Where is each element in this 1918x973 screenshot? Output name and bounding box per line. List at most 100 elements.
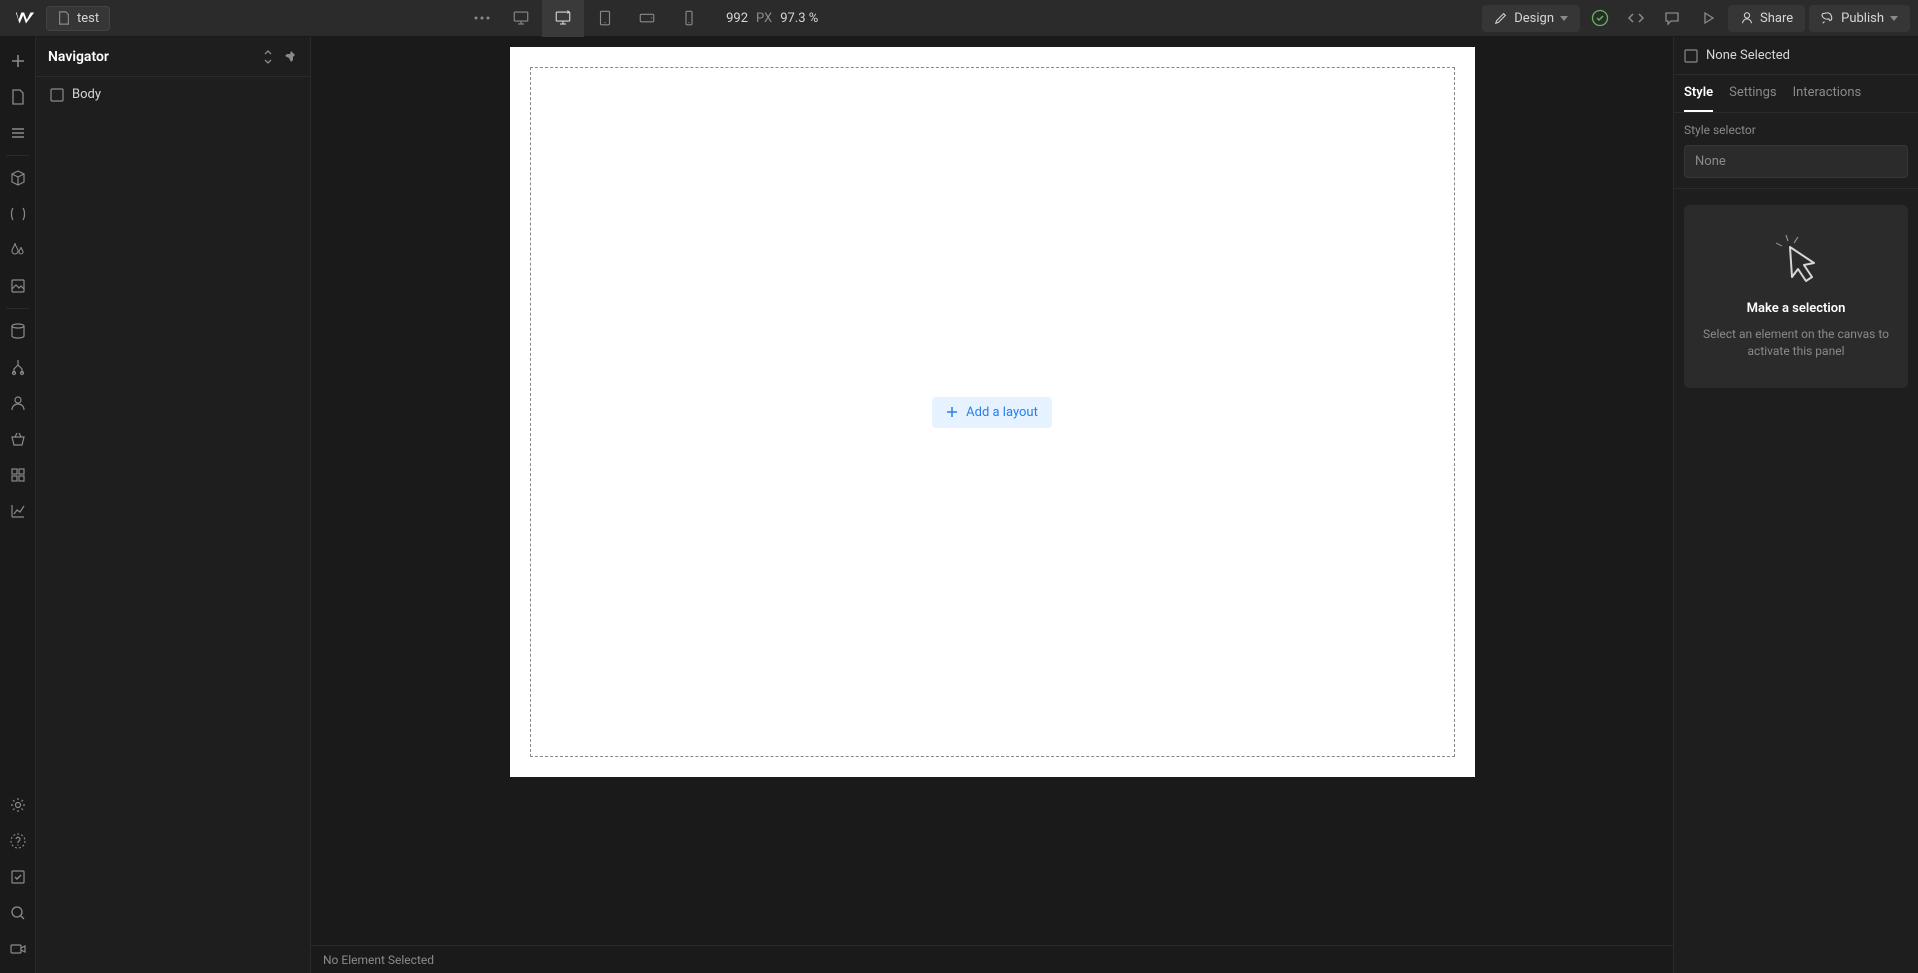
brush-icon [1494,11,1508,25]
right-panel-tabs: Style Settings Interactions [1674,75,1918,113]
grid-icon [9,466,27,484]
tab-interactions[interactable]: Interactions [1793,75,1862,112]
selected-element-display: None Selected [1674,37,1918,75]
chevron-up-down-icon [262,50,274,64]
status-bar: No Element Selected [311,945,1673,973]
design-mode-button[interactable]: Design [1482,5,1580,32]
status-selection-text: No Element Selected [323,953,434,967]
droplet-icon [9,241,27,259]
analytics-button[interactable] [0,493,35,529]
tab-settings[interactable]: Settings [1729,75,1776,112]
check-box-icon [9,868,27,886]
variables-button[interactable] [0,196,35,232]
components-button[interactable] [0,160,35,196]
add-layout-label: Add a layout [966,405,1038,420]
list-icon [9,124,27,142]
pages-button[interactable] [0,79,35,115]
search-icon [9,904,27,922]
breakpoint-desktop-base[interactable] [542,0,584,37]
comments-button[interactable] [1656,2,1688,34]
nav-tree-body[interactable]: Body [44,83,302,106]
preview-button[interactable] [1692,2,1724,34]
variable-icon [9,205,27,223]
empty-state: Make a selection Select an element on th… [1684,205,1908,388]
share-label: Share [1760,11,1793,26]
logic-icon [9,358,27,376]
help-icon [9,832,27,850]
breakpoint-mobile-portrait[interactable] [668,0,710,37]
pin-icon [284,50,298,64]
empty-state-title: Make a selection [1747,301,1846,316]
check-status[interactable] [1584,2,1616,34]
breakpoint-tablet[interactable] [584,0,626,37]
navigator-panel: Navigator Body [36,37,311,973]
check-circle-icon [1591,9,1609,27]
rocket-icon [1821,11,1835,25]
add-element-button[interactable] [0,43,35,79]
code-button[interactable] [1620,2,1652,34]
webflow-logo[interactable] [8,1,42,35]
tab-style[interactable]: Style [1684,75,1713,112]
add-layout-button[interactable]: Add a layout [932,397,1052,428]
navigator-button[interactable] [0,115,35,151]
style-manager-button[interactable] [0,232,35,268]
user-icon [9,394,27,412]
users-button[interactable] [0,385,35,421]
publish-label: Publish [1841,11,1884,26]
publish-button[interactable]: Publish [1809,5,1910,32]
navigator-title: Navigator [48,49,109,65]
code-icon [1627,9,1645,27]
canvas-zoom[interactable]: 97.3 % [780,11,818,26]
comment-icon [1663,9,1681,27]
page-selector[interactable]: test [46,6,110,31]
database-icon [9,322,27,340]
cursor-click-icon [1772,233,1820,287]
expand-collapse-button[interactable] [262,50,274,64]
chevron-down-icon [1560,16,1568,21]
help-button[interactable] [0,823,35,859]
breakpoint-mobile-landscape[interactable] [626,0,668,37]
canvas[interactable]: Add a layout [510,47,1475,777]
chevron-down-icon [1890,16,1898,21]
pin-button[interactable] [284,50,298,64]
image-icon [9,277,27,295]
search-button[interactable] [0,895,35,931]
video-icon [9,940,27,958]
more-options[interactable] [468,4,496,32]
canvas-area: Add a layout No Element Selected [311,37,1673,973]
settings-button[interactable] [0,787,35,823]
breakpoint-desktop[interactable] [500,0,542,37]
breakpoint-group [500,0,710,37]
chart-icon [9,502,27,520]
user-icon [1740,11,1754,25]
apps-button[interactable] [0,457,35,493]
ecommerce-button[interactable] [0,421,35,457]
style-selector-label: Style selector [1684,123,1908,137]
plus-icon [9,52,27,70]
left-rail [0,37,36,973]
design-mode-label: Design [1514,11,1554,26]
page-name: test [77,11,99,26]
style-selector-input[interactable]: None [1684,145,1908,178]
element-outline-icon [1684,49,1698,63]
video-button[interactable] [0,931,35,967]
right-panel: None Selected Style Settings Interaction… [1673,37,1918,973]
assets-button[interactable] [0,268,35,304]
page-icon [9,88,27,106]
logic-button[interactable] [0,349,35,385]
canvas-unit: PX [756,11,772,26]
play-icon [1699,9,1717,27]
plus-icon [946,406,958,418]
empty-state-desc: Select an element on the canvas to activ… [1700,326,1892,360]
cms-button[interactable] [0,313,35,349]
page-icon [57,11,71,25]
canvas-size-display: 992 PX 97.3 % [726,11,818,26]
share-button[interactable]: Share [1728,5,1805,32]
canvas-width[interactable]: 992 [726,11,748,26]
audit-button[interactable] [0,859,35,895]
body-element-icon [50,88,64,102]
selected-element-label: None Selected [1706,48,1790,63]
cube-icon [9,169,27,187]
gear-icon [9,796,27,814]
top-bar: test 992 PX 97.3 % Design [0,0,1918,37]
